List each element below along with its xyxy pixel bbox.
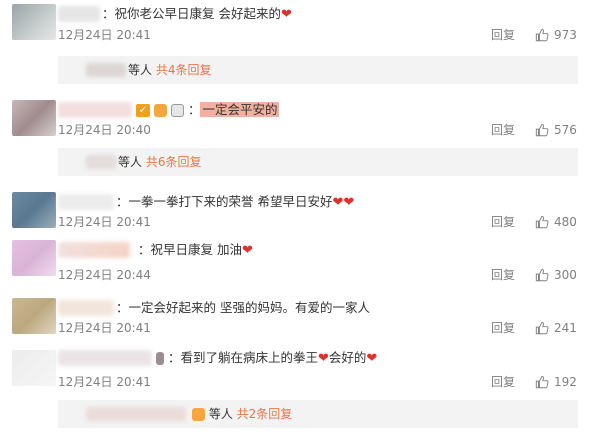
like-button[interactable]: 576: [535, 122, 577, 138]
avatar[interactable]: [12, 298, 56, 334]
reply-button[interactable]: 回复: [491, 374, 515, 390]
reply-summary-text: 等人 共4条回复: [128, 63, 212, 77]
thumbs-up-icon: [535, 28, 549, 42]
verified-badge-icon: ✓: [136, 104, 150, 117]
red-heart-icon: ❤: [332, 195, 344, 210]
username[interactable]: [58, 350, 152, 366]
comment-text: ：祝早日康复 加油❤: [138, 242, 253, 258]
comment-time: 12月24日 20:41: [58, 375, 151, 389]
view-replies-link[interactable]: 共4条回复: [156, 63, 212, 77]
like-count: 480: [554, 215, 577, 229]
highlighted-text: 一定会平安的: [200, 102, 280, 117]
comment-time: 12月24日 20:40: [58, 123, 151, 137]
red-heart-icon: ❤: [343, 195, 355, 210]
replier-names: [86, 407, 186, 421]
reply-button[interactable]: 回复: [491, 214, 515, 230]
reply-summary[interactable]: 等人 共6条回复: [58, 148, 578, 176]
avatar[interactable]: [12, 350, 56, 386]
reply-button[interactable]: 回复: [491, 267, 515, 283]
comment-text: ：一拳一拳打下来的荣誉 希望早日安好❤❤: [116, 194, 355, 210]
view-replies-link[interactable]: 共6条回复: [146, 155, 202, 169]
emoji-icon: [153, 104, 167, 117]
comment-time: 12月24日 20:41: [58, 28, 151, 42]
red-heart-icon: ❤: [280, 7, 292, 22]
comment-time: 12月24日 20:41: [58, 215, 151, 229]
username[interactable]: [58, 242, 130, 258]
red-heart-icon: ❤: [366, 351, 378, 366]
thumbs-up-icon: [535, 375, 549, 389]
red-heart-icon: ❤: [241, 243, 253, 258]
like-count: 973: [554, 28, 577, 42]
like-button[interactable]: 241: [535, 320, 577, 336]
username[interactable]: [58, 102, 132, 118]
username[interactable]: [58, 300, 114, 316]
reply-summary-text: 等人 共2条回复: [192, 406, 292, 422]
avatar[interactable]: [12, 100, 56, 136]
username[interactable]: [58, 194, 114, 210]
reply-summary[interactable]: 等人 共4条回复: [58, 56, 578, 84]
like-count: 300: [554, 268, 577, 282]
replier-names: [86, 155, 116, 169]
thumbs-up-icon: [535, 268, 549, 282]
thumbs-up-icon: [535, 123, 549, 137]
reply-button[interactable]: 回复: [491, 122, 515, 138]
comment-time: 12月24日 20:44: [58, 268, 151, 282]
comment-text: ：看到了躺在病床上的拳王❤会好的❤: [156, 349, 377, 368]
comment-time: 12月24日 20:41: [58, 321, 151, 335]
avatar[interactable]: [12, 192, 56, 228]
like-count: 576: [554, 123, 577, 137]
username[interactable]: [58, 6, 100, 22]
comment-text: ✓ ：一定会平安的: [136, 101, 280, 119]
replier-names: [86, 63, 126, 77]
comment-text: ：祝你老公早日康复 会好起来的❤: [102, 6, 292, 22]
emoji-icon: [192, 408, 205, 421]
like-button[interactable]: 480: [535, 214, 577, 230]
comment-text: ：一定会好起来的 坚强的妈妈。有爱的一家人: [116, 300, 370, 315]
like-count: 192: [554, 375, 577, 389]
like-count: 241: [554, 321, 577, 335]
reply-summary-text: 等人 共6条回复: [118, 155, 202, 169]
panda-emoji-icon: [170, 104, 184, 117]
emoji-icon: [156, 352, 164, 365]
avatar[interactable]: [12, 240, 56, 276]
reply-button[interactable]: 回复: [491, 320, 515, 336]
reply-summary[interactable]: 等人 共2条回复: [58, 400, 578, 428]
view-replies-link[interactable]: 共2条回复: [237, 407, 293, 421]
thumbs-up-icon: [535, 215, 549, 229]
reply-button[interactable]: 回复: [491, 27, 515, 43]
like-button[interactable]: 973: [535, 27, 577, 43]
red-heart-icon: ❤: [318, 351, 329, 366]
like-button[interactable]: 300: [535, 267, 577, 283]
like-button[interactable]: 192: [535, 374, 577, 390]
avatar[interactable]: [12, 4, 56, 40]
thumbs-up-icon: [535, 321, 549, 335]
